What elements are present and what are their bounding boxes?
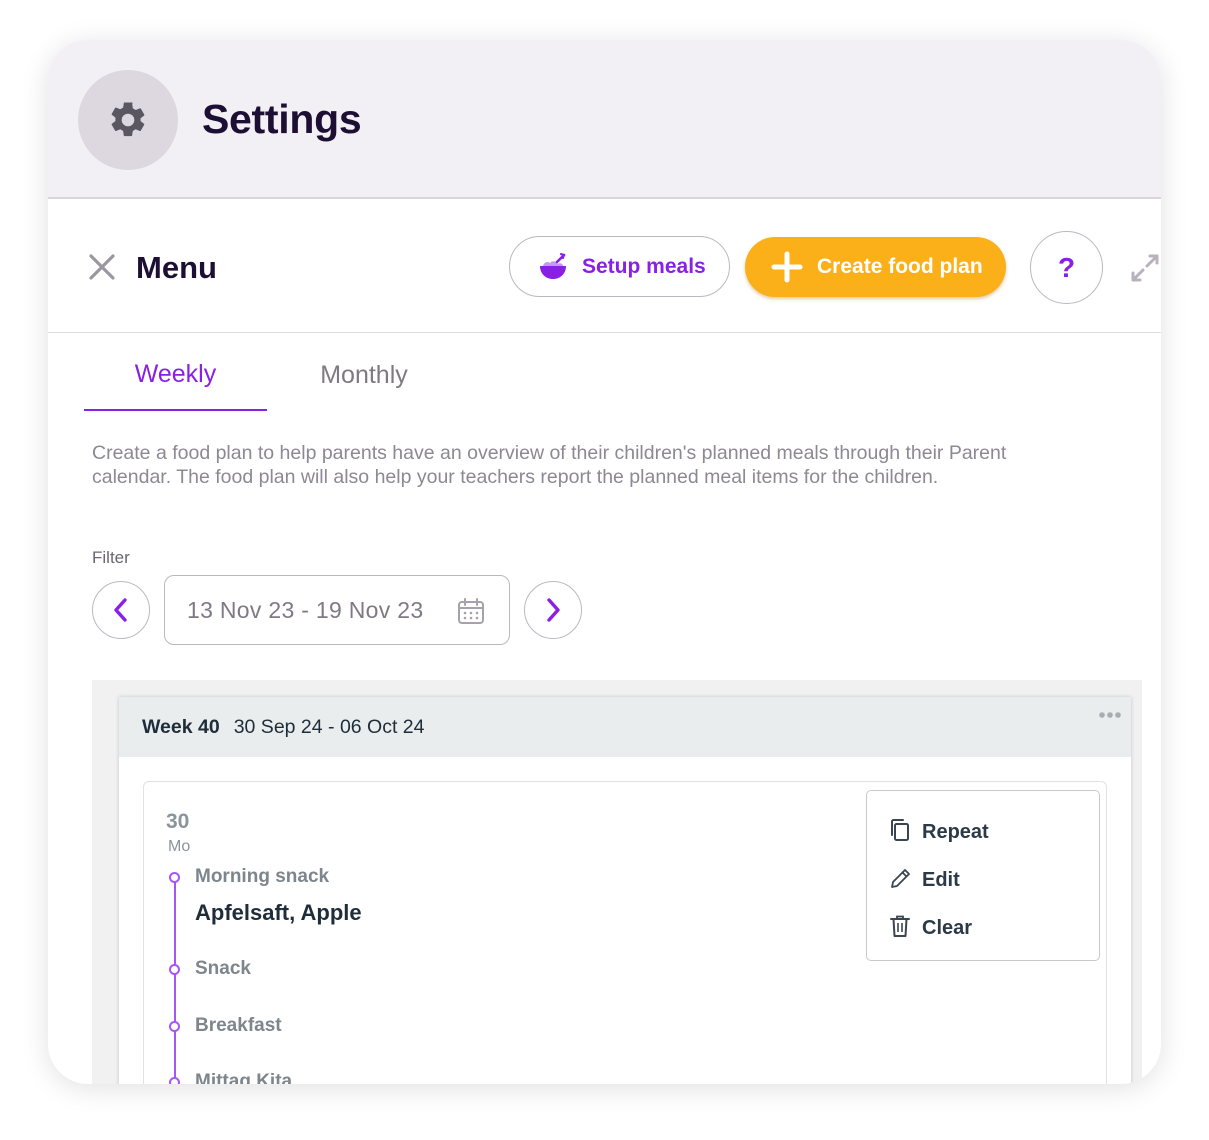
menu-item-repeat-label: Repeat — [922, 821, 989, 843]
more-options-icon[interactable] — [1097, 707, 1123, 723]
date-range-value: 13 Nov 23 - 19 Nov 23 — [187, 596, 424, 623]
calendar-icon — [458, 598, 484, 624]
day-number: 30 — [166, 810, 190, 833]
timeline-node — [169, 964, 180, 975]
timeline-node — [169, 1077, 180, 1084]
gear-icon — [111, 102, 145, 137]
close-icon[interactable] — [88, 253, 116, 281]
menu-toolbar: Menu Setup meals Create food plan ? — [48, 201, 1161, 333]
day-weekday: Mo — [168, 838, 191, 855]
menu-item-clear[interactable]: Clear — [867, 908, 1099, 948]
menu-item-repeat[interactable]: Repeat — [867, 812, 1099, 852]
settings-header: Settings — [48, 40, 1161, 199]
expand-icon[interactable] — [1130, 253, 1160, 283]
trash-icon — [890, 915, 910, 937]
food-plan-description: Create a food plan to help parents have … — [92, 442, 1007, 488]
setup-meals-label: Setup meals — [582, 254, 706, 278]
help-button[interactable]: ? — [1030, 231, 1103, 304]
timeline-node — [169, 1021, 180, 1032]
next-week-button[interactable] — [524, 581, 582, 639]
menu-item-clear-label: Clear — [922, 917, 973, 939]
meal-items-morning-snack: Apfelsaft, Apple — [195, 900, 362, 925]
tab-weekly[interactable]: Weekly — [84, 340, 267, 411]
meal-label-mittag-kita: Mittag Kita — [195, 1071, 293, 1084]
chevron-left-icon — [114, 598, 127, 622]
meal-label-snack: Snack — [195, 958, 251, 979]
meal-bowl-icon — [540, 252, 566, 279]
settings-icon-badge — [78, 70, 178, 170]
timeline-node — [169, 872, 180, 883]
menu-title: Menu — [136, 250, 217, 285]
create-food-plan-label: Create food plan — [817, 255, 983, 278]
setup-meals-button[interactable]: Setup meals — [509, 236, 730, 297]
meal-label-morning-snack: Morning snack — [195, 866, 330, 887]
chevron-right-icon — [547, 598, 560, 622]
week-card: Week 40 30 Sep 24 - 06 Oct 24 30 Mo Morn… — [119, 697, 1131, 1084]
day-card: 30 Mo Morning snack Apfelsaft, Apple Sna… — [143, 781, 1107, 1084]
create-food-plan-button[interactable]: Create food plan — [745, 237, 1006, 297]
previous-week-button[interactable] — [92, 581, 150, 639]
pencil-icon — [891, 869, 910, 888]
date-range-field[interactable]: 13 Nov 23 - 19 Nov 23 — [164, 575, 510, 645]
tab-monthly[interactable]: Monthly — [270, 340, 458, 411]
filter-label: Filter — [92, 548, 130, 567]
plus-icon — [771, 251, 803, 283]
menu-item-edit[interactable]: Edit — [867, 860, 1099, 900]
week-label: Week 40 — [142, 715, 220, 738]
meal-timeline — [174, 878, 176, 1084]
food-plan-area: Week 40 30 Sep 24 - 06 Oct 24 30 Mo Morn… — [92, 680, 1142, 1084]
page-title: Settings — [202, 96, 362, 142]
menu-item-edit-label: Edit — [922, 869, 960, 891]
day-context-menu: Repeat Edit Clear — [866, 790, 1100, 961]
week-header: Week 40 30 Sep 24 - 06 Oct 24 — [119, 697, 1131, 757]
copy-icon — [891, 819, 909, 841]
week-range: 30 Sep 24 - 06 Oct 24 — [233, 715, 425, 738]
meal-label-breakfast: Breakfast — [195, 1015, 282, 1036]
settings-panel: Settings Menu Setup meals Create food pl… — [48, 40, 1161, 1084]
